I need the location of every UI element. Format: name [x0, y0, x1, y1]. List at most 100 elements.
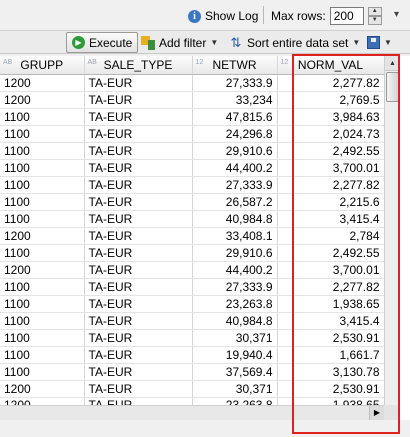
cell-grupp[interactable]: 1100 [0, 176, 85, 194]
cell-netwr[interactable]: 47,815.6 [192, 108, 278, 126]
cell-sale-type[interactable]: TA-EUR [84, 159, 193, 177]
table-row[interactable]: 1100 TA-EUR 27,333.9 2,277.82 [0, 278, 385, 296]
cell-grupp[interactable]: 1200 [0, 261, 85, 279]
cell-sale-type[interactable]: TA-EUR [84, 227, 193, 245]
table-row[interactable]: 1100 TA-EUR 40,984.8 3,415.4 [0, 210, 385, 228]
cell-netwr[interactable]: 24,296.8 [192, 125, 278, 143]
cell-netwr[interactable]: 27,333.9 [192, 176, 278, 194]
cell-grupp[interactable]: 1100 [0, 159, 85, 177]
cell-norm-val[interactable]: 2,277.82 [277, 278, 385, 296]
table-row[interactable]: 1100 TA-EUR 29,910.6 2,492.55 [0, 142, 385, 160]
cell-norm-val[interactable]: 2,024.73 [277, 125, 385, 143]
cell-netwr[interactable]: 33,234 [192, 91, 278, 109]
sort-button[interactable]: ⇅ Sort entire data set ▼ [224, 32, 365, 53]
cell-sale-type[interactable]: TA-EUR [84, 193, 193, 211]
execute-button[interactable]: ▶ Execute [66, 32, 139, 53]
cell-norm-val[interactable]: 1,661.7 [277, 346, 385, 364]
cell-sale-type[interactable]: TA-EUR [84, 125, 193, 143]
cell-norm-val[interactable]: 3,130.78 [277, 363, 385, 381]
cell-netwr[interactable]: 37,569.4 [192, 363, 278, 381]
cell-netwr[interactable]: 40,984.8 [192, 312, 278, 330]
table-row[interactable]: 1100 TA-EUR 40,984.8 3,415.4 [0, 312, 385, 330]
scrollbar-thumb[interactable] [386, 72, 399, 102]
table-row[interactable]: 1200 TA-EUR 33,234 2,769.5 [0, 91, 385, 109]
cell-norm-val[interactable]: 2,277.82 [277, 176, 385, 194]
cell-grupp[interactable]: 1100 [0, 108, 85, 126]
cell-grupp[interactable]: 1200 [0, 74, 85, 92]
horizontal-scrollbar[interactable]: ▶ [0, 405, 384, 420]
cell-sale-type[interactable]: TA-EUR [84, 312, 193, 330]
scroll-up-icon[interactable]: ▲ [385, 56, 400, 71]
scroll-right-icon[interactable]: ▶ [369, 406, 384, 420]
show-log-button[interactable]: i Show Log [188, 7, 258, 25]
cell-grupp[interactable]: 1100 [0, 210, 85, 228]
table-row[interactable]: 1100 TA-EUR 23,263.8 1,938.65 [0, 295, 385, 313]
cell-norm-val[interactable]: 1,938.65 [277, 295, 385, 313]
cell-norm-val[interactable]: 2,492.55 [277, 142, 385, 160]
cell-norm-val[interactable]: 2,784 [277, 227, 385, 245]
cell-sale-type[interactable]: TA-EUR [84, 346, 193, 364]
cell-netwr[interactable]: 29,910.6 [192, 142, 278, 160]
cell-sale-type[interactable]: TA-EUR [84, 261, 193, 279]
cell-grupp[interactable]: 1100 [0, 363, 85, 381]
table-row[interactable]: 1100 TA-EUR 29,910.6 2,492.55 [0, 244, 385, 262]
table-row[interactable]: 1100 TA-EUR 30,371 2,530.91 [0, 329, 385, 347]
cell-netwr[interactable]: 27,333.9 [192, 74, 278, 92]
cell-sale-type[interactable]: TA-EUR [84, 363, 193, 381]
chevron-down-icon[interactable]: ▼ [384, 38, 392, 47]
table-row[interactable]: 1200 TA-EUR 30,371 2,530.91 [0, 380, 385, 398]
chevron-down-icon[interactable]: ▾ [394, 9, 399, 20]
column-header-grupp[interactable]: AB GRUPP [0, 56, 85, 75]
cell-netwr[interactable]: 26,587.2 [192, 193, 278, 211]
cell-netwr[interactable]: 44,400.2 [192, 159, 278, 177]
cell-sale-type[interactable]: TA-EUR [84, 210, 193, 228]
cell-grupp[interactable]: 1100 [0, 329, 85, 347]
cell-grupp[interactable]: 1100 [0, 125, 85, 143]
table-row[interactable]: 1200 TA-EUR 33,408.1 2,784 [0, 227, 385, 245]
cell-norm-val[interactable]: 3,415.4 [277, 210, 385, 228]
cell-grupp[interactable]: 1200 [0, 227, 85, 245]
cell-norm-val[interactable]: 3,415.4 [277, 312, 385, 330]
table-row[interactable]: 1100 TA-EUR 44,400.2 3,700.01 [0, 159, 385, 177]
cell-grupp[interactable]: 1100 [0, 244, 85, 262]
cell-netwr[interactable]: 27,333.9 [192, 278, 278, 296]
table-row[interactable]: 1200 TA-EUR 44,400.2 3,700.01 [0, 261, 385, 279]
cell-grupp[interactable]: 1100 [0, 278, 85, 296]
cell-netwr[interactable]: 44,400.2 [192, 261, 278, 279]
cell-grupp[interactable]: 1200 [0, 380, 85, 398]
cell-grupp[interactable]: 1100 [0, 142, 85, 160]
cell-grupp[interactable]: 1100 [0, 295, 85, 313]
max-rows-spinner[interactable]: ▲ ▼ [367, 7, 382, 25]
table-row[interactable]: 1100 TA-EUR 47,815.6 3,984.63 [0, 108, 385, 126]
cell-sale-type[interactable]: TA-EUR [84, 244, 193, 262]
cell-norm-val[interactable]: 2,530.91 [277, 329, 385, 347]
cell-sale-type[interactable]: TA-EUR [84, 295, 193, 313]
cell-grupp[interactable]: 1100 [0, 346, 85, 364]
cell-grupp[interactable]: 1200 [0, 91, 85, 109]
cell-sale-type[interactable]: TA-EUR [84, 278, 193, 296]
cell-norm-val[interactable]: 2,277.82 [277, 74, 385, 92]
cell-norm-val[interactable]: 2,530.91 [277, 380, 385, 398]
table-row[interactable]: 1100 TA-EUR 37,569.4 3,130.78 [0, 363, 385, 381]
cell-grupp[interactable]: 1100 [0, 312, 85, 330]
cell-sale-type[interactable]: TA-EUR [84, 142, 193, 160]
column-header-netwr[interactable]: 12 NETWR [192, 56, 278, 75]
cell-norm-val[interactable]: 3,700.01 [277, 261, 385, 279]
save-button[interactable]: ▼ [362, 32, 397, 53]
cell-sale-type[interactable]: TA-EUR [84, 74, 193, 92]
column-header-sale-type[interactable]: AB SALE_TYPE [84, 56, 193, 75]
cell-sale-type[interactable]: TA-EUR [84, 380, 193, 398]
cell-netwr[interactable]: 30,371 [192, 380, 278, 398]
cell-sale-type[interactable]: TA-EUR [84, 91, 193, 109]
cell-norm-val[interactable]: 3,700.01 [277, 159, 385, 177]
cell-sale-type[interactable]: TA-EUR [84, 108, 193, 126]
vertical-scrollbar[interactable]: ▲ [384, 56, 400, 408]
table-row[interactable]: 1200 TA-EUR 27,333.9 2,277.82 [0, 74, 385, 92]
max-rows-input[interactable] [329, 7, 364, 25]
cell-netwr[interactable]: 29,910.6 [192, 244, 278, 262]
column-header-norm-val[interactable]: 12 NORM_VAL [277, 56, 385, 75]
table-row[interactable]: 1100 TA-EUR 27,333.9 2,277.82 [0, 176, 385, 194]
cell-netwr[interactable]: 40,984.8 [192, 210, 278, 228]
cell-norm-val[interactable]: 3,984.63 [277, 108, 385, 126]
cell-norm-val[interactable]: 2,215.6 [277, 193, 385, 211]
